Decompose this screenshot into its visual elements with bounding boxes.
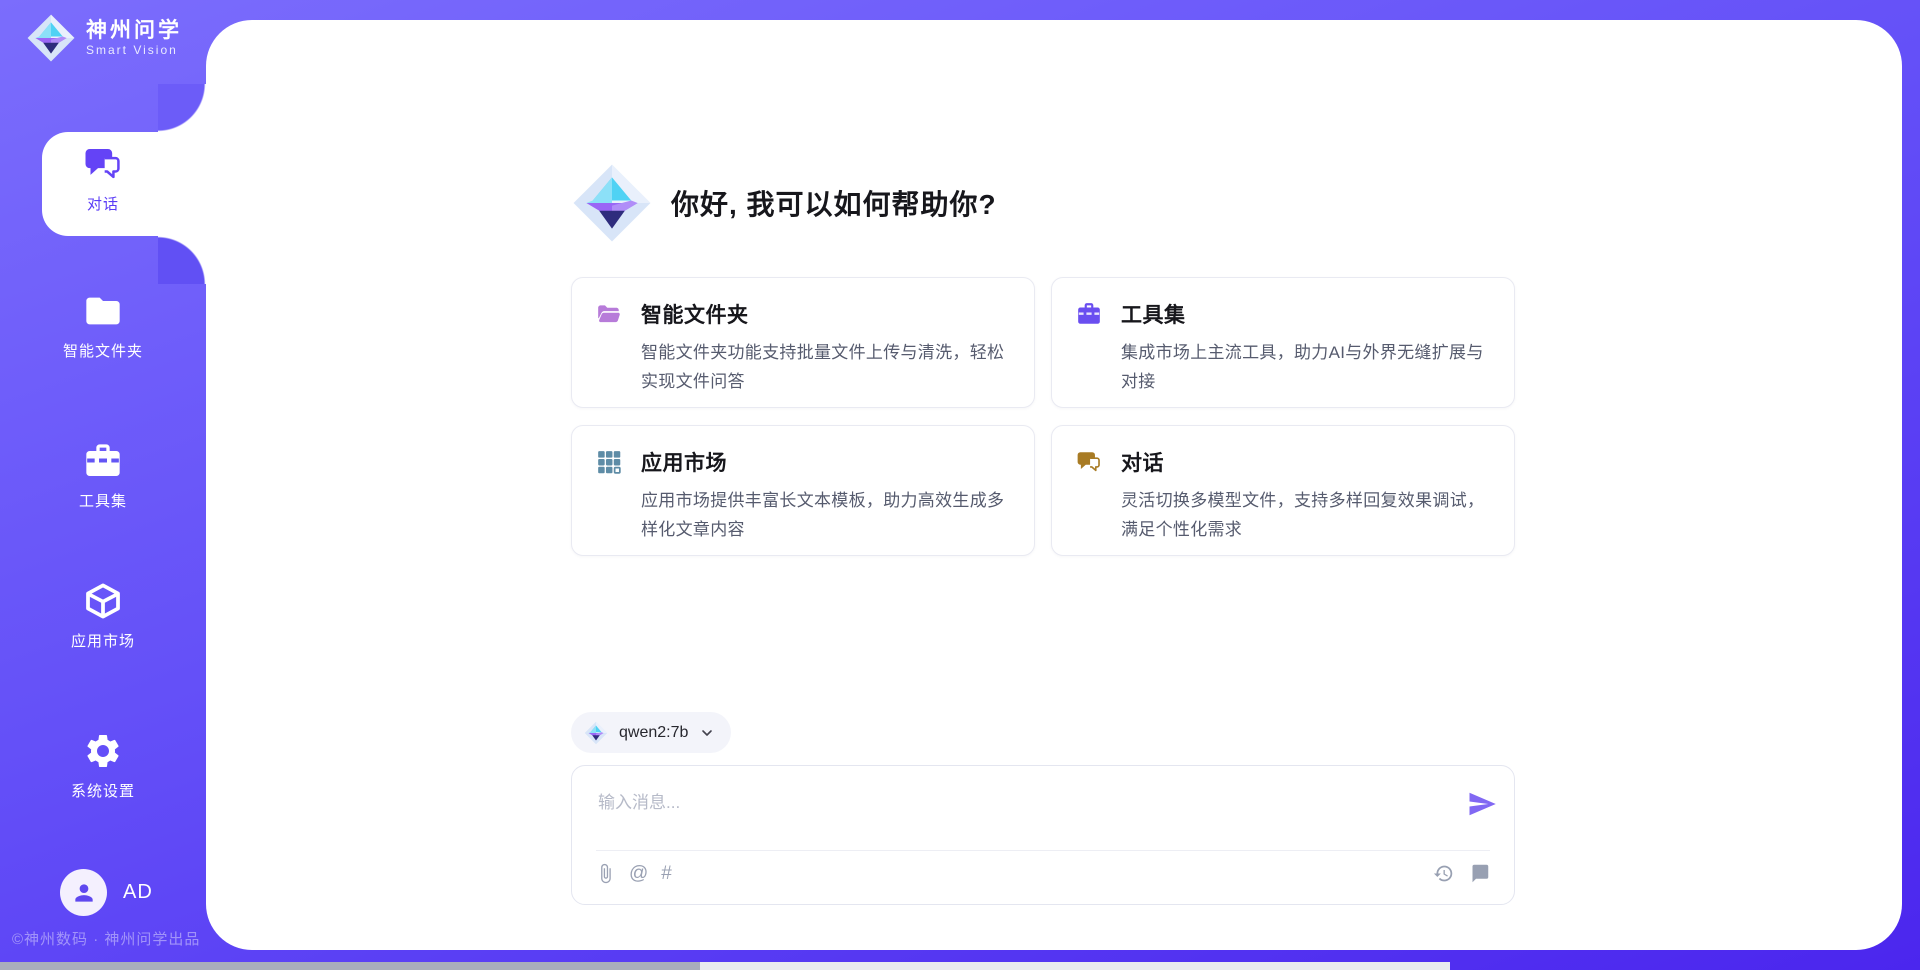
sidebar-item-smart-folder[interactable]: 智能文件夹	[0, 291, 206, 361]
greeting: 你好, 我可以如何帮助你?	[571, 162, 997, 244]
card-title: 应用市场	[641, 447, 727, 477]
sidebar-item-label: 系统设置	[71, 780, 135, 801]
sidebar-item-app-market[interactable]: 应用市场	[0, 581, 206, 651]
chat-bubbles-icon	[1076, 449, 1102, 475]
mention-icon[interactable]: @	[629, 863, 648, 884]
sidebar: 神州问学 Smart Vision 对话 智能文件夹 工具集 应用市场	[0, 0, 206, 970]
toolbox-icon	[83, 441, 123, 481]
gem-logo-icon	[571, 162, 653, 244]
card-description: 灵活切换多模型文件，支持多样回复效果调试，满足个性化需求	[1121, 486, 1490, 544]
card-header: 智能文件夹	[596, 299, 1010, 329]
attachment-icon[interactable]	[595, 863, 616, 884]
sidebar-item-settings[interactable]: 系统设置	[0, 731, 206, 801]
sidebar-item-label: 对话	[87, 193, 119, 214]
history-icon[interactable]	[1433, 863, 1454, 884]
avatar	[60, 869, 107, 916]
card-header: 对话	[1076, 447, 1490, 477]
send-button[interactable]	[1467, 789, 1497, 819]
card-title: 对话	[1121, 447, 1164, 477]
composer-divider	[596, 850, 1490, 851]
gear-icon	[83, 731, 123, 771]
brand-text: 神州问学 Smart Vision	[86, 19, 182, 57]
card-chat[interactable]: 对话 灵活切换多模型文件，支持多样回复效果调试，满足个性化需求	[1051, 425, 1515, 556]
card-description: 集成市场上主流工具，助力AI与外界无缝扩展与对接	[1121, 338, 1490, 396]
chat-icon[interactable]	[1469, 863, 1490, 884]
toolbox-icon	[1076, 301, 1102, 327]
brand-subtitle: Smart Vision	[86, 43, 182, 57]
gem-logo-icon	[584, 721, 608, 745]
grid-icon	[596, 449, 622, 475]
composer-tools-right	[1433, 863, 1490, 884]
card-smart-folder[interactable]: 智能文件夹 智能文件夹功能支持批量文件上传与清洗，轻松实现文件问答	[571, 277, 1035, 408]
folder-open-icon	[596, 301, 622, 327]
gem-logo-icon	[26, 13, 76, 63]
card-app-market[interactable]: 应用市场 应用市场提供丰富长文本模板，助力高效生成多样化文章内容	[571, 425, 1035, 556]
brand-logo: 神州问学 Smart Vision	[26, 13, 182, 63]
cube-icon	[83, 581, 123, 621]
greeting-title: 你好, 我可以如何帮助你?	[671, 183, 997, 223]
message-composer: @ #	[571, 765, 1515, 905]
sidebar-item-label: 应用市场	[71, 630, 135, 651]
message-input[interactable]	[596, 786, 1446, 844]
card-title: 工具集	[1121, 299, 1186, 329]
copyright-text: ©神州数码 · 神州问学出品	[12, 928, 200, 949]
folder-icon	[83, 291, 123, 331]
user-profile[interactable]: AD	[60, 869, 153, 916]
chat-bubbles-icon	[83, 144, 123, 184]
sidebar-item-toolset[interactable]: 工具集	[0, 441, 206, 511]
brand-name: 神州问学	[86, 19, 182, 43]
chevron-down-icon	[699, 725, 715, 741]
composer-tools-left: @ #	[595, 863, 672, 884]
sidebar-item-label: 工具集	[79, 490, 127, 511]
sidebar-item-label: 智能文件夹	[63, 340, 143, 361]
model-name: qwen2:7b	[619, 724, 688, 742]
main-content: 你好, 我可以如何帮助你? 智能文件夹 智能文件夹功能支持批量文件上传与清洗，轻…	[571, 20, 1515, 950]
person-icon	[71, 880, 97, 906]
card-description: 智能文件夹功能支持批量文件上传与清洗，轻松实现文件问答	[641, 338, 1010, 396]
card-title: 智能文件夹	[641, 299, 749, 329]
sidebar-item-chat[interactable]: 对话	[0, 144, 206, 214]
send-icon	[1467, 789, 1497, 819]
card-toolset[interactable]: 工具集 集成市场上主流工具，助力AI与外界无缝扩展与对接	[1051, 277, 1515, 408]
main-panel: 你好, 我可以如何帮助你? 智能文件夹 智能文件夹功能支持批量文件上传与清洗，轻…	[206, 20, 1902, 950]
card-header: 应用市场	[596, 447, 1010, 477]
card-description: 应用市场提供丰富长文本模板，助力高效生成多样化文章内容	[641, 486, 1010, 544]
horizontal-scrollbar-thumb[interactable]	[0, 962, 700, 970]
hashtag-icon[interactable]: #	[661, 863, 672, 884]
card-header: 工具集	[1076, 299, 1490, 329]
user-initials: AD	[123, 881, 153, 904]
feature-cards: 智能文件夹 智能文件夹功能支持批量文件上传与清洗，轻松实现文件问答 工具集 集成…	[571, 277, 1515, 556]
model-selector[interactable]: qwen2:7b	[571, 712, 731, 753]
